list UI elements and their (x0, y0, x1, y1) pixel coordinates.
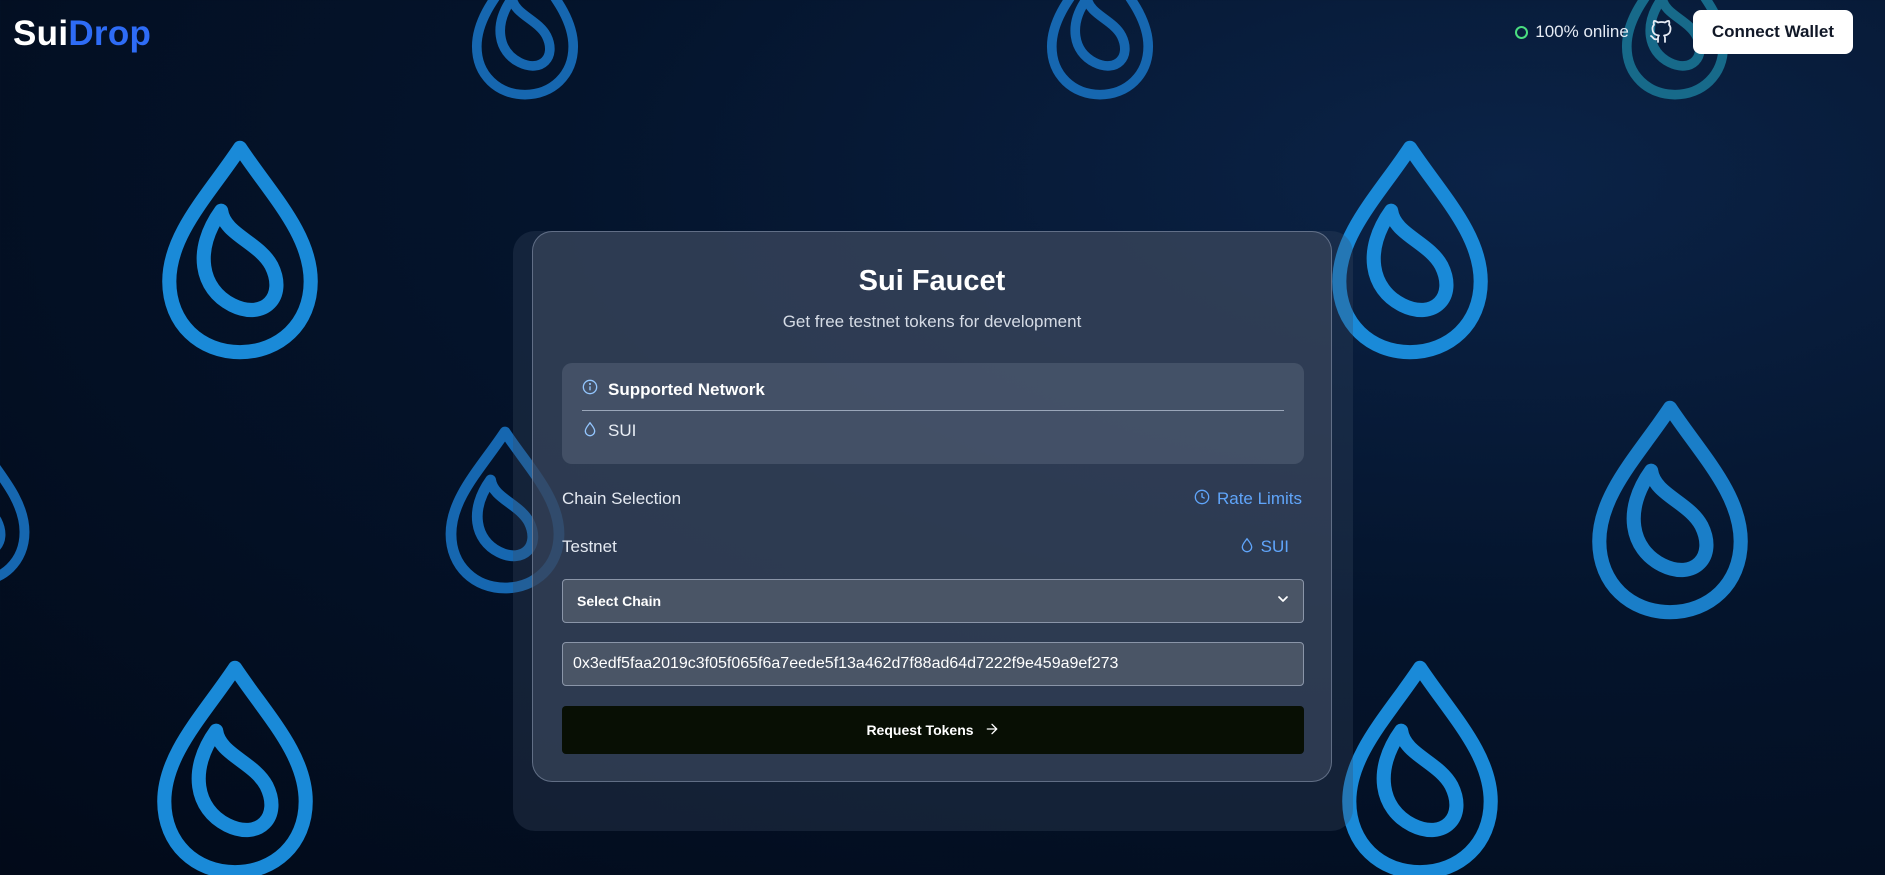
supported-network-header: Supported Network (582, 363, 1284, 411)
page-subtitle: Get free testnet tokens for development (782, 312, 1082, 331)
rate-limits-label: Rate Limits (1216, 489, 1302, 508)
online-status: 100% online (1515, 22, 1629, 42)
chain-select[interactable]: Select Chain (562, 579, 1304, 623)
sui-drop-icon (1592, 400, 1748, 620)
logo-text-accent: Drop (68, 14, 152, 53)
chain-selection-row: Chain Selection Rate Limits (562, 484, 1302, 514)
page-title: Sui Faucet (858, 265, 1006, 297)
token-label: SUI (1260, 537, 1289, 556)
logo-text-primary: Sui (13, 14, 69, 53)
droplet-icon (1239, 537, 1255, 558)
rate-limits-link[interactable]: Rate Limits (1194, 489, 1302, 510)
sui-drop-icon (162, 140, 318, 360)
sui-drop-icon (1046, 0, 1154, 100)
connect-wallet-button[interactable]: Connect Wallet (1692, 10, 1853, 54)
sui-drop-icon (471, 0, 579, 100)
sui-drop-icon (157, 660, 313, 875)
header-actions: 100% online Connect Wallet (1515, 10, 1853, 54)
github-icon[interactable] (1647, 18, 1675, 46)
token-tag: SUI (1239, 537, 1289, 558)
sui-drop-icon (1332, 140, 1488, 360)
status-text: 100% online (1535, 22, 1629, 41)
network-name: SUI (608, 421, 637, 440)
droplet-icon (582, 421, 598, 442)
faucet-card: Sui Faucet Get free testnet tokens for d… (532, 231, 1332, 782)
chain-select-value: Select Chain (577, 593, 662, 609)
chain-selection-label: Chain Selection (562, 489, 682, 508)
clock-icon (1194, 489, 1210, 510)
network-list-item: SUI (582, 411, 1284, 451)
wallet-address-input[interactable] (562, 642, 1304, 686)
info-icon (582, 379, 598, 400)
chevron-down-icon (1275, 591, 1291, 612)
status-dot-icon (1515, 25, 1529, 39)
arrow-right-icon (984, 721, 1000, 740)
supported-network-panel: Supported Network SUI (562, 363, 1304, 464)
sui-drop-icon (0, 464, 30, 581)
testnet-label: Testnet (562, 537, 617, 556)
sui-drop-icon (1342, 660, 1498, 875)
supported-network-heading: Supported Network (608, 379, 765, 399)
request-tokens-label: Request Tokens (866, 722, 974, 738)
logo[interactable]: SuiDrop (13, 14, 151, 54)
network-row: Testnet SUI (562, 532, 1302, 562)
request-tokens-button[interactable]: Request Tokens (562, 706, 1304, 754)
